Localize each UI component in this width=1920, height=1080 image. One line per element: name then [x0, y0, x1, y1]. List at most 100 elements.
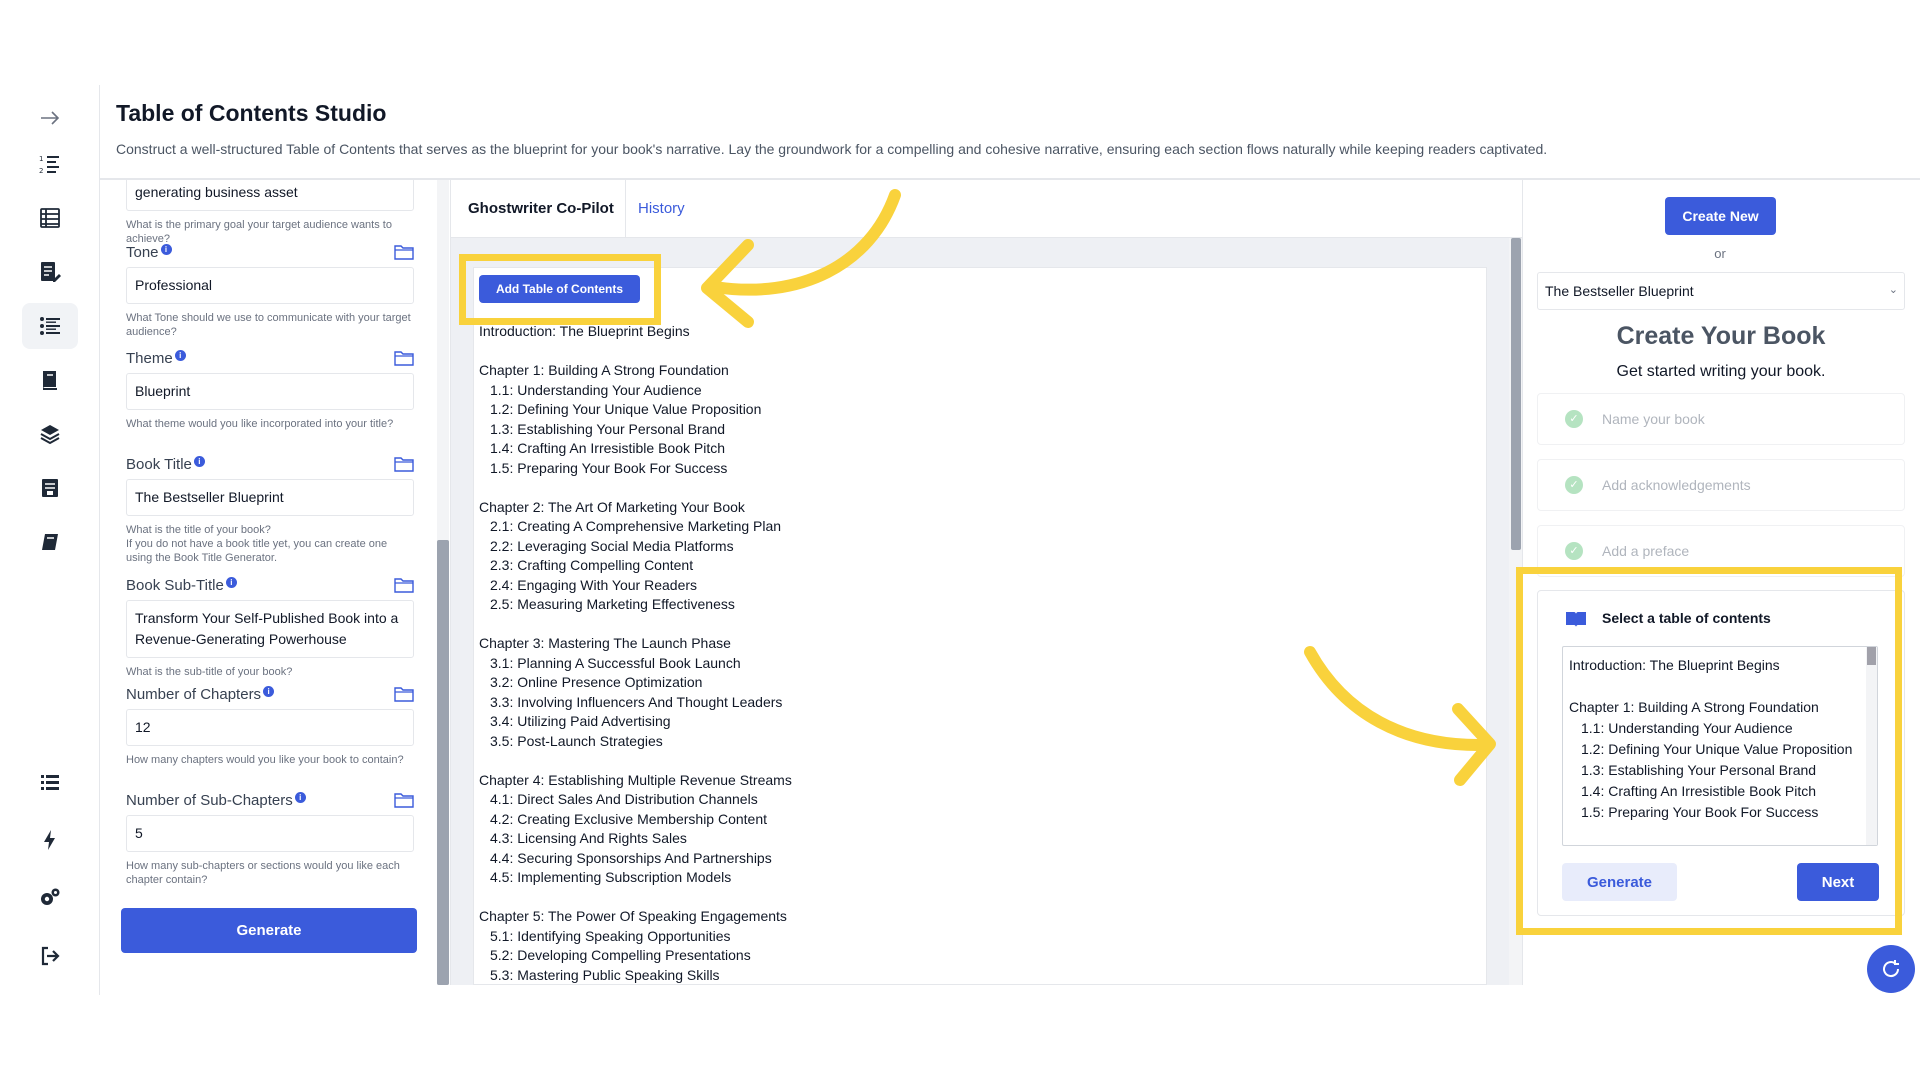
- settings-form: generating business asset What is the pr…: [102, 180, 438, 985]
- page-title: Table of Contents Studio: [116, 100, 387, 126]
- toc-subchapter: 1.2: Defining Your Unique Value Proposit…: [490, 401, 762, 417]
- step-label: Add acknowledgements: [1602, 477, 1751, 493]
- tab-bar: Ghostwriter Co-Pilot History: [451, 180, 1523, 238]
- theme-label: Theme: [126, 350, 173, 367]
- or-separator: or: [1714, 246, 1726, 261]
- toc-chapter: Chapter 5: The Power Of Speaking Engagem…: [479, 908, 787, 924]
- create-new-button[interactable]: Create New: [1665, 197, 1776, 235]
- subchapters-input[interactable]: 5: [126, 815, 414, 852]
- toc-subchapter: 3.3: Involving Influencers And Thought L…: [490, 693, 783, 710]
- page-header: Table of Contents Studio Construct a wel…: [116, 100, 1916, 157]
- chevron-down-icon: ⌄: [1888, 284, 1898, 296]
- toc-subchapter: 1.1: Understanding Your Audience: [490, 381, 702, 398]
- subchapters-field: Number of Sub-Chapters i 5 How many sub-c…: [126, 792, 414, 887]
- stack-books-icon[interactable]: [22, 411, 78, 457]
- help-chat-button[interactable]: [1867, 945, 1915, 993]
- toc-chapter: Chapter 1: Building A Strong Foundation: [479, 362, 729, 378]
- tab-ghostwriter-copilot[interactable]: Ghostwriter Co-Pilot: [468, 200, 614, 217]
- goal-field: generating business asset What is the pr…: [126, 180, 414, 246]
- check-circle-icon: ✓: [1565, 476, 1583, 494]
- tab-history[interactable]: History: [638, 200, 685, 217]
- theme-input[interactable]: Blueprint: [126, 373, 414, 410]
- folder-icon[interactable]: [394, 686, 414, 702]
- toc-subchapter: 1.5: Preparing Your Book For Success: [490, 459, 728, 476]
- toc-subchapter: 2.1: Creating A Comprehensive Marketing …: [490, 518, 782, 534]
- table-icon[interactable]: [22, 195, 78, 241]
- list-bullets-icon[interactable]: [22, 303, 78, 349]
- toc-subchapter: 2.3: Crafting Compelling Content: [490, 557, 694, 573]
- book-select[interactable]: The Bestseller Blueprint ⌄: [1537, 272, 1905, 310]
- book-title-field: Book Title i The Bestseller Blueprint Wha…: [126, 456, 414, 565]
- book-title-label: Book Title: [126, 456, 192, 473]
- page-description: Construct a well-structured Table of Con…: [116, 141, 1548, 157]
- tone-input[interactable]: Professional: [126, 267, 414, 304]
- folder-icon[interactable]: [394, 244, 414, 260]
- subtitle-field: Book Sub-Title i Transform Your Self-Publ…: [126, 577, 414, 679]
- menu-list-icon[interactable]: [22, 759, 78, 805]
- toc-chapter: Chapter 2: The Art Of Marketing Your Boo…: [479, 498, 745, 515]
- folder-icon[interactable]: [394, 350, 414, 366]
- lightning-icon[interactable]: [22, 817, 78, 863]
- step-name-book[interactable]: ✓ Name your book: [1537, 393, 1905, 445]
- highlight-box-add-toc: [459, 254, 661, 325]
- subchapters-label: Number of Sub-Chapters: [126, 792, 293, 809]
- toc-subchapter: 3.4: Utilizing Paid Advertising: [490, 713, 671, 729]
- book-title-help-generator: If you do not have a book title yet, you…: [126, 538, 388, 564]
- info-icon[interactable]: i: [294, 792, 306, 803]
- tone-help: What Tone should we use to communicate w…: [126, 312, 411, 338]
- toc-subchapter: 4.4: Securing Sponsorships And Partnersh…: [490, 849, 772, 866]
- numbered-list-icon[interactable]: 12: [22, 141, 78, 187]
- toc-subchapter: 1.3: Establishing Your Personal Brand: [490, 420, 726, 437]
- check-circle-icon: ✓: [1565, 410, 1583, 428]
- toc-subchapter: 5.1: Identifying Speaking Opportunities: [490, 927, 731, 944]
- book-select-value: The Bestseller Blueprint: [1545, 283, 1694, 299]
- toc-subchapter: 2.2: Leveraging Social Media Platforms: [490, 537, 734, 554]
- check-circle-icon: ✓: [1565, 542, 1583, 560]
- toc-subchapter: 4.1: Direct Sales And Distribution Chann…: [490, 791, 758, 807]
- toc-subchapter: 3.5: Post-Launch Strategies: [490, 732, 663, 749]
- settings-icon[interactable]: [22, 875, 78, 921]
- theme-help: What theme would you like incorporated i…: [126, 418, 394, 430]
- chapters-input[interactable]: 12: [126, 709, 414, 746]
- refresh-icon: [1883, 960, 1900, 978]
- info-icon[interactable]: i: [160, 244, 172, 255]
- svg-text:2: 2: [39, 167, 43, 175]
- subtitle-input[interactable]: Transform Your Self-Published Book into …: [126, 600, 414, 658]
- toc-subchapter: 5.2: Developing Compelling Presentations: [490, 947, 751, 963]
- toc-subchapter: 1.4: Crafting An Irresistible Book Pitch: [490, 440, 725, 456]
- step-label: Add a preface: [1602, 543, 1690, 559]
- info-icon[interactable]: i: [193, 456, 205, 467]
- toc-list: Introduction: The Blueprint Begins Chapte…: [479, 322, 1079, 985]
- goal-input[interactable]: generating business asset: [126, 180, 414, 211]
- highlight-box-select-toc: [1516, 567, 1902, 935]
- sidebar-nav: 12: [0, 85, 100, 995]
- info-icon[interactable]: i: [263, 686, 275, 697]
- folder-icon[interactable]: [394, 577, 414, 593]
- book-title-input[interactable]: The Bestseller Blueprint: [126, 479, 414, 516]
- info-icon[interactable]: i: [225, 577, 237, 588]
- info-icon[interactable]: i: [174, 350, 186, 361]
- logout-icon[interactable]: [22, 933, 78, 979]
- book-open-icon[interactable]: [22, 357, 78, 403]
- toc-subchapter: 4.3: Licensing And Rights Sales: [490, 830, 687, 846]
- folder-icon[interactable]: [394, 792, 414, 808]
- goal-help: What is the primary goal your target aud…: [126, 219, 392, 245]
- theme-field: Theme i Blueprint What theme would you li…: [126, 350, 414, 431]
- folder-icon[interactable]: [394, 456, 414, 472]
- expand-arrow-icon[interactable]: [22, 95, 78, 141]
- svg-text:1: 1: [39, 155, 43, 163]
- tone-label: Tone: [126, 244, 159, 261]
- create-book-subheading: Get started writing your book.: [1616, 363, 1826, 380]
- edit-document-icon[interactable]: [22, 249, 78, 295]
- form-scrollbar[interactable]: [437, 180, 449, 985]
- chapters-field: Number of Chapters i 12 How many chapters…: [126, 686, 414, 767]
- toc-subchapter: 2.5: Measuring Marketing Effectiveness: [490, 596, 735, 612]
- notebook-icon[interactable]: [22, 519, 78, 565]
- step-acknowledgements[interactable]: ✓ Add acknowledgements: [1537, 459, 1905, 511]
- book-title-help: What is the title of your book?: [126, 524, 271, 536]
- archive-icon[interactable]: [22, 465, 78, 511]
- subtitle-label: Book Sub-Title: [126, 577, 224, 594]
- chapters-help: How many chapters would you like your bo…: [126, 754, 404, 766]
- tone-field: Tone i Professional What Tone should we u…: [126, 244, 414, 339]
- generate-button[interactable]: Generate: [121, 908, 417, 953]
